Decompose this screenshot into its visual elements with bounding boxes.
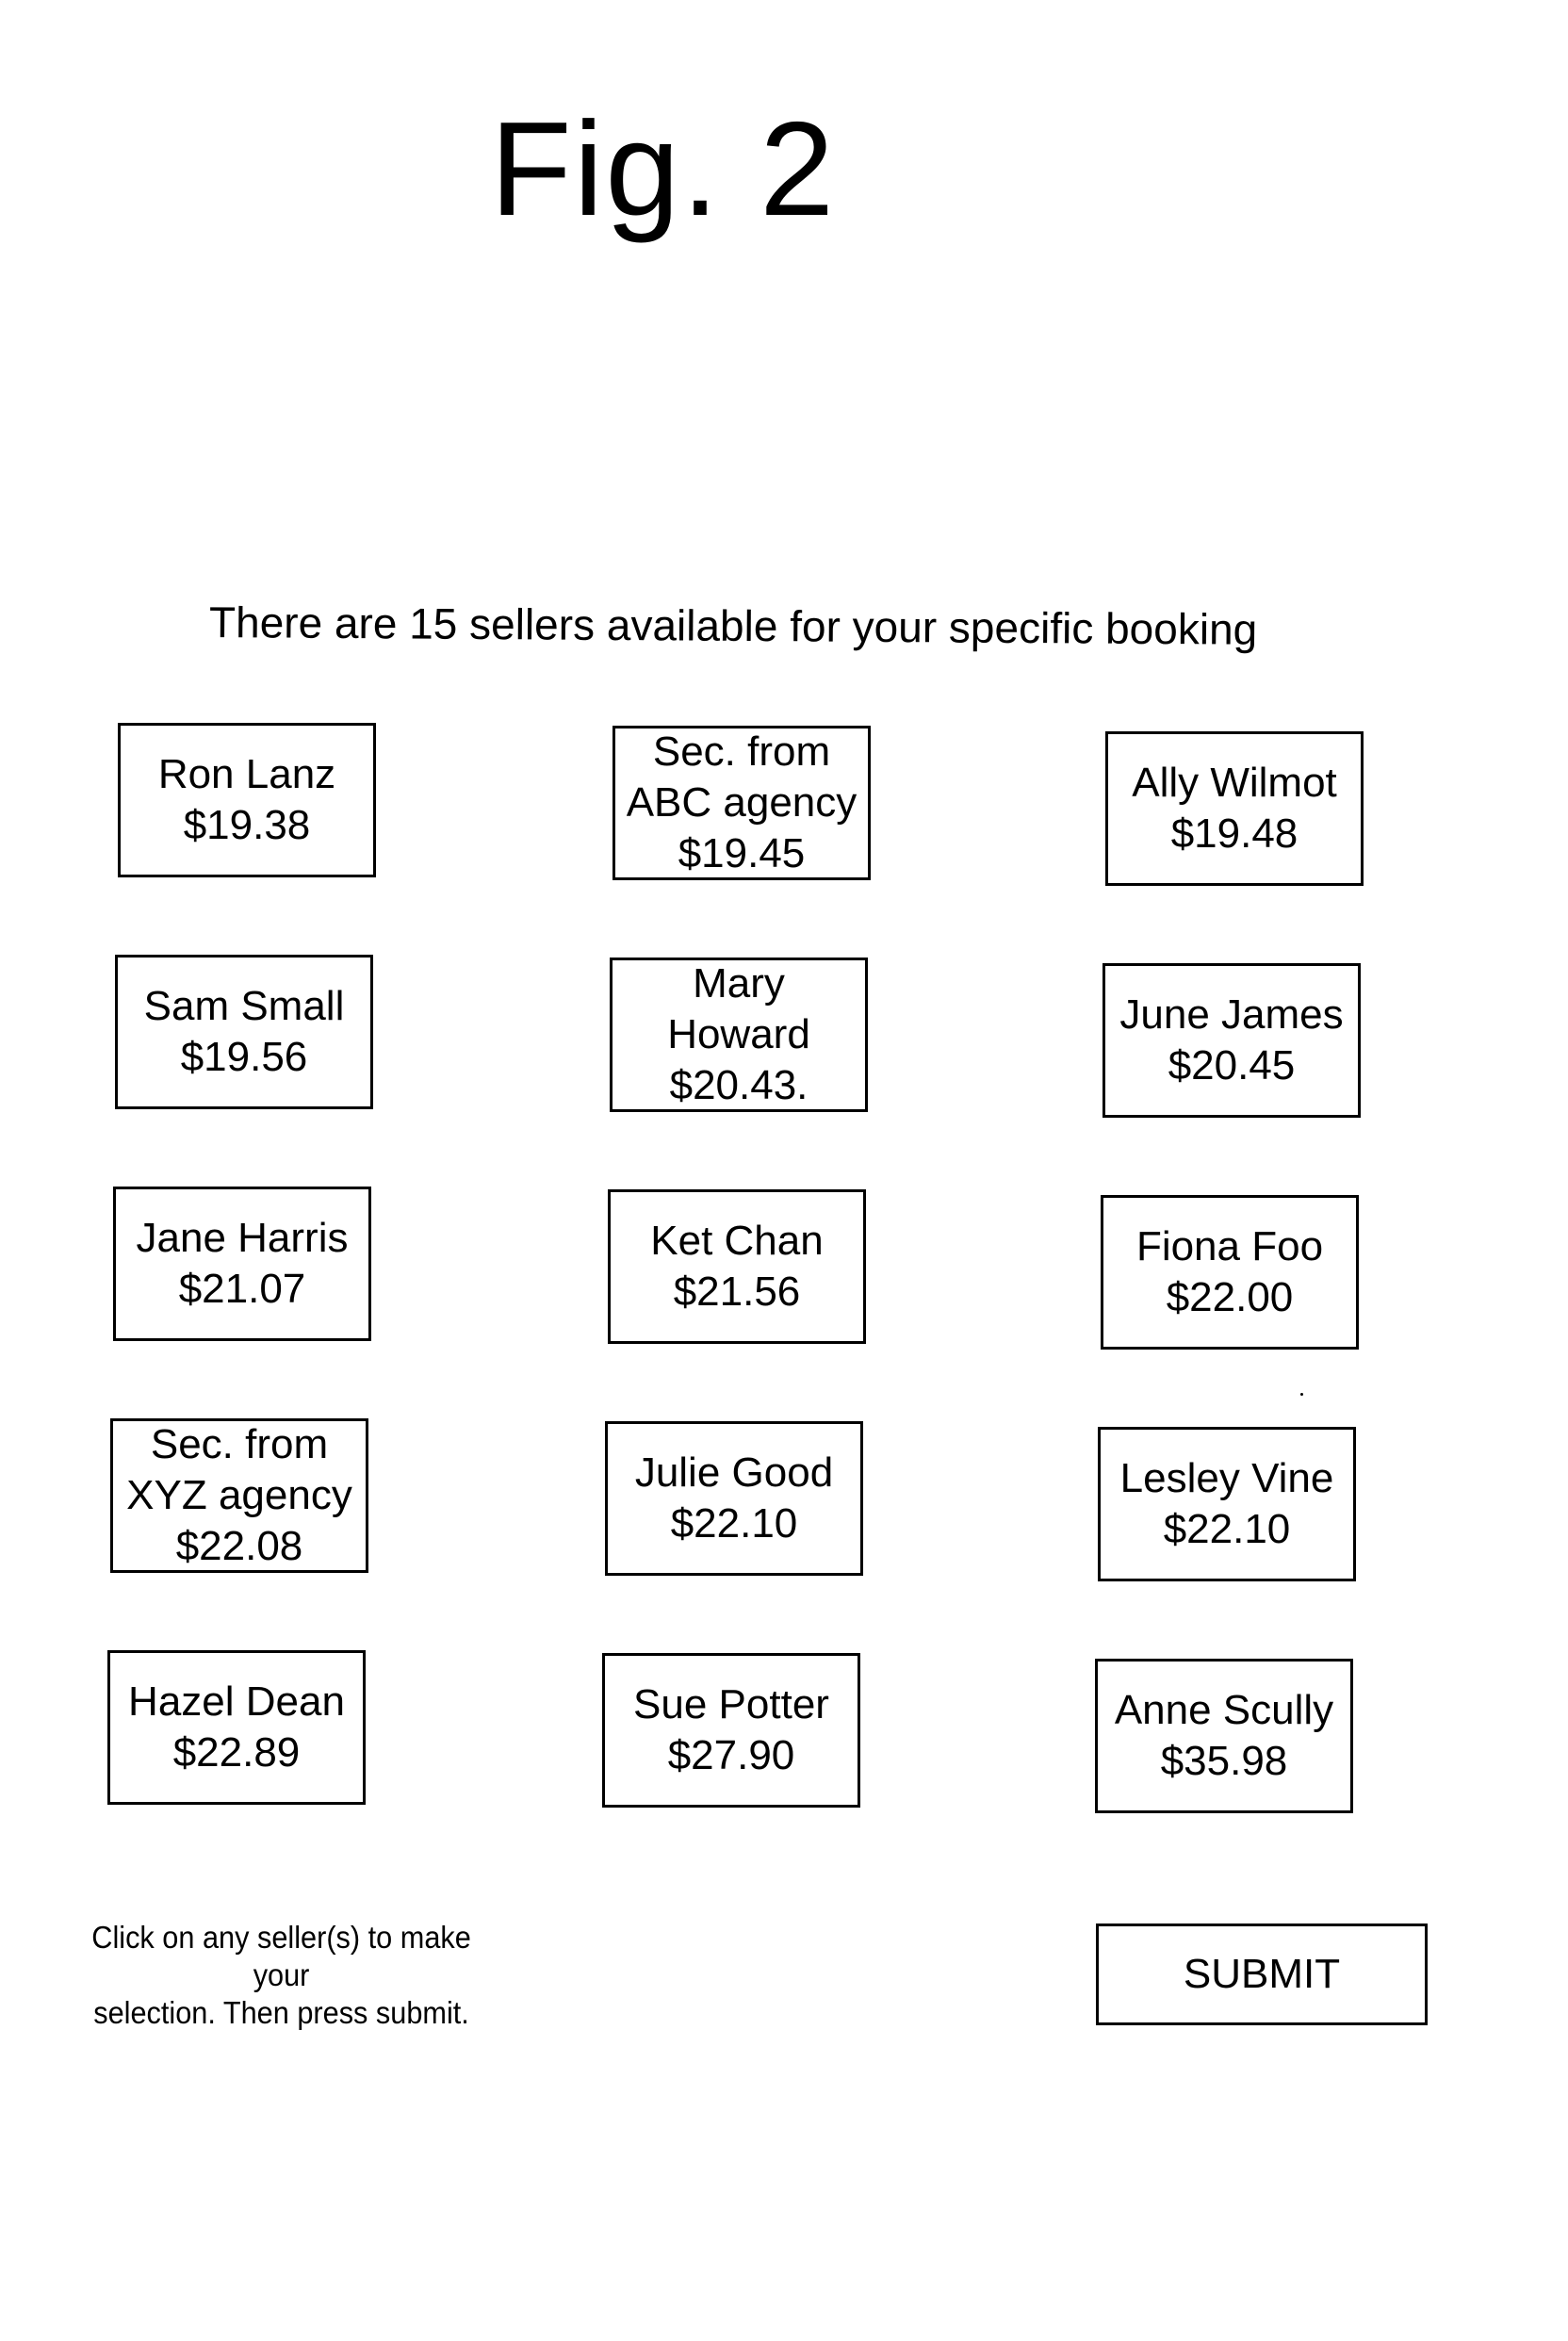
figure-title: Fig. 2 [490, 94, 837, 244]
seller-name: Sec. from [150, 1421, 329, 1467]
seller-name: Anne Scully [1114, 1687, 1334, 1733]
seller-option[interactable]: Sec. from XYZ agency $22.08 [110, 1418, 368, 1573]
seller-name: Fiona Foo [1135, 1223, 1324, 1269]
seller-option[interactable]: Ket Chan $21.56 [608, 1189, 866, 1344]
seller-option[interactable]: Anne Scully $35.98 [1095, 1659, 1353, 1813]
seller-name: Ket Chan [650, 1218, 824, 1264]
seller-option[interactable]: Fiona Foo $22.00 [1101, 1195, 1359, 1350]
seller-price: $21.56 [673, 1269, 801, 1315]
submit-button[interactable]: SUBMIT [1096, 1924, 1428, 2025]
seller-name: Lesley Vine [1119, 1455, 1334, 1501]
seller-price: $21.07 [178, 1266, 306, 1312]
seller-price: $27.90 [667, 1732, 795, 1778]
seller-name: Ally Wilmot [1132, 760, 1337, 806]
seller-option[interactable]: Sue Potter $27.90 [602, 1653, 860, 1808]
seller-price: $22.08 [175, 1523, 303, 1569]
seller-name: Mary [693, 960, 785, 1007]
scan-artifact-dot [1300, 1393, 1303, 1396]
seller-name: Jane Harris [136, 1215, 349, 1261]
seller-name: Sam Small [143, 983, 345, 1029]
seller-option[interactable]: Sec. from ABC agency $19.45 [612, 726, 871, 880]
selection-instructions: Click on any seller(s) to make your sele… [75, 1919, 487, 2032]
seller-price: $22.00 [1166, 1274, 1294, 1320]
seller-name: June James [1119, 991, 1344, 1038]
seller-name: Ron Lanz [157, 751, 336, 797]
seller-price: $19.56 [180, 1034, 308, 1080]
seller-option[interactable]: Ron Lanz $19.38 [118, 723, 376, 877]
seller-price: $22.10 [670, 1500, 798, 1547]
seller-price: $20.45 [1168, 1042, 1296, 1089]
seller-price: $19.48 [1170, 810, 1298, 857]
seller-name: Sue Potter [633, 1681, 829, 1727]
sellers-available-heading: There are 15 sellers available for your … [208, 598, 1258, 654]
seller-option[interactable]: Julie Good $22.10 [605, 1421, 863, 1576]
seller-price: $35.98 [1160, 1738, 1288, 1784]
seller-option[interactable]: Sam Small $19.56 [115, 955, 373, 1109]
seller-option[interactable]: Ally Wilmot $19.48 [1105, 731, 1364, 886]
seller-price: $22.89 [172, 1729, 301, 1776]
seller-price: $22.10 [1163, 1506, 1291, 1552]
seller-name: Howard [667, 1011, 810, 1057]
seller-option[interactable]: Lesley Vine $22.10 [1098, 1427, 1356, 1581]
seller-name: Julie Good [634, 1449, 834, 1496]
seller-name: Hazel Dean [128, 1678, 345, 1725]
seller-price: $20.43. [669, 1062, 808, 1108]
instructions-line-1: Click on any seller(s) to make your [91, 1920, 471, 1992]
seller-option[interactable]: June James $20.45 [1102, 963, 1361, 1118]
seller-price: $19.38 [183, 802, 311, 848]
seller-option[interactable]: Jane Harris $21.07 [113, 1187, 371, 1341]
seller-option[interactable]: Hazel Dean $22.89 [107, 1650, 366, 1805]
seller-name: Sec. from [652, 728, 831, 775]
instructions-line-2: selection. Then press submit. [93, 1995, 469, 2030]
seller-name: XYZ agency [126, 1472, 352, 1518]
seller-option[interactable]: Mary Howard $20.43. [610, 958, 868, 1112]
seller-name: ABC agency [626, 779, 858, 826]
seller-price: $19.45 [678, 830, 806, 876]
